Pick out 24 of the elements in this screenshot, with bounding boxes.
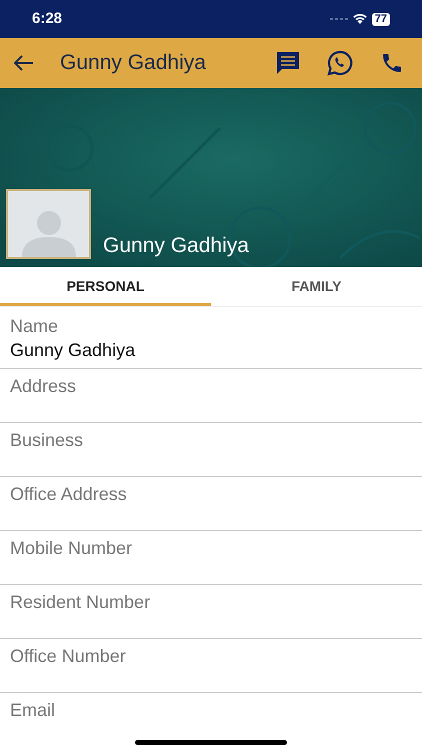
chat-bubble-phone-icon [327, 50, 353, 76]
field-label: Name [10, 315, 60, 338]
whatsapp-button[interactable] [326, 49, 354, 77]
wifi-icon [352, 13, 368, 25]
field-label: Office Address [10, 483, 128, 506]
status-time: 6:28 [32, 8, 62, 29]
battery-level: 77 [372, 12, 390, 26]
person-silhouette-icon [20, 209, 78, 257]
field-value: Gunny Gadhiya [10, 339, 136, 362]
message-button[interactable] [274, 49, 302, 77]
field-label: Email [10, 699, 56, 722]
phone-icon [380, 51, 404, 75]
back-arrow-icon [14, 55, 34, 71]
field-label: Office Number [10, 645, 127, 668]
field-label: Resident Number [10, 591, 152, 614]
signal-icon [330, 17, 348, 21]
field-label: Address [10, 375, 78, 398]
field-label: Mobile Number [10, 537, 134, 560]
tab[interactable]: FAMILY [211, 267, 422, 306]
profile-name: Gunny Gadhiya [103, 232, 249, 258]
tab[interactable]: PERSONAL [0, 267, 211, 306]
field-label: Business [10, 429, 84, 452]
message-icon [275, 51, 301, 75]
app-bar-title: Gunny Gadhiya [60, 50, 207, 76]
